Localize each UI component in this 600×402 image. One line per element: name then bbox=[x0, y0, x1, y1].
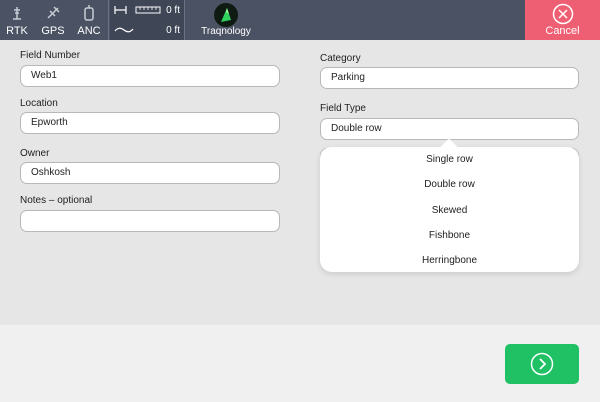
toolbar-divider bbox=[108, 0, 109, 40]
area-value: 0 ft bbox=[166, 25, 180, 36]
next-button[interactable] bbox=[505, 344, 579, 384]
field-type-label: Field Type bbox=[320, 103, 366, 114]
close-circle-icon bbox=[552, 3, 573, 25]
gps-label: GPS bbox=[41, 25, 65, 37]
category-input[interactable]: Parking bbox=[320, 67, 579, 89]
field-number-input[interactable]: Web1 bbox=[20, 65, 280, 87]
anc-status[interactable]: ANC bbox=[72, 0, 106, 40]
anc-label: ANC bbox=[77, 25, 101, 37]
cancel-label: Cancel bbox=[545, 25, 580, 37]
measurement-panel[interactable]: 0 ft 0 ft bbox=[110, 0, 184, 40]
rtk-status[interactable]: RTK bbox=[0, 0, 34, 40]
field-type-select[interactable]: Double row bbox=[320, 118, 579, 140]
option-double-row[interactable]: Double row bbox=[320, 174, 579, 196]
gps-device-icon bbox=[84, 5, 94, 21]
arrow-right-circle-icon bbox=[530, 352, 554, 376]
distance-row: 0 ft bbox=[110, 0, 184, 20]
field-type-dropdown: Single row Double row Skewed Fishbone He… bbox=[320, 138, 579, 272]
ruler-icon bbox=[114, 6, 161, 14]
location-label: Location bbox=[20, 98, 58, 109]
rtk-label: RTK bbox=[6, 25, 28, 37]
cancel-button[interactable]: Cancel bbox=[525, 0, 600, 40]
brand-label: Traqnology bbox=[201, 26, 251, 37]
brand[interactable]: Traqnology bbox=[196, 0, 256, 40]
satellite-icon bbox=[47, 6, 60, 19]
field-number-label: Field Number bbox=[20, 50, 81, 61]
owner-input[interactable]: Oshkosh bbox=[20, 162, 280, 184]
traqnology-logo-icon bbox=[214, 3, 238, 27]
category-label: Category bbox=[320, 53, 361, 64]
toolbar-divider bbox=[184, 0, 185, 40]
distance-value: 0 ft bbox=[166, 5, 180, 16]
option-fishbone[interactable]: Fishbone bbox=[320, 225, 579, 247]
notes-input[interactable] bbox=[20, 210, 280, 232]
location-input[interactable]: Epworth bbox=[20, 112, 280, 134]
option-herringbone[interactable]: Herringbone bbox=[320, 250, 579, 272]
area-row: 0 ft bbox=[110, 20, 184, 40]
gps-status[interactable]: GPS bbox=[36, 0, 70, 40]
owner-label: Owner bbox=[20, 148, 50, 159]
notes-label: Notes – optional bbox=[20, 195, 93, 206]
top-toolbar: RTK GPS ANC 0 ft 0 ft Traqnology Cancel bbox=[0, 0, 600, 40]
option-skewed[interactable]: Skewed bbox=[320, 200, 579, 222]
wave-icon bbox=[114, 27, 134, 33]
option-single-row[interactable]: Single row bbox=[320, 149, 579, 171]
antenna-icon bbox=[13, 7, 21, 20]
